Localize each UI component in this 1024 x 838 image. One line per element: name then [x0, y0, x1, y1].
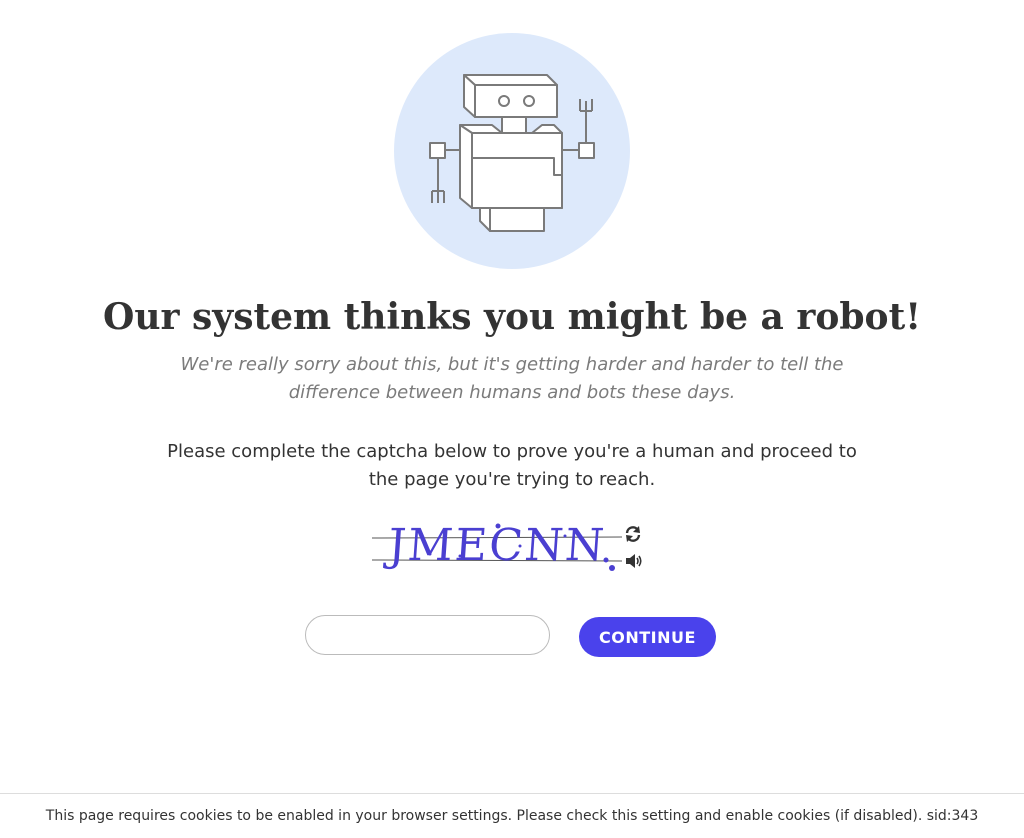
continue-button[interactable]: CONTINUE — [579, 617, 716, 657]
captcha-image: JMECNN — [370, 516, 624, 576]
cookie-notice: This page requires cookies to be enabled… — [45, 808, 979, 824]
footer: This page requires cookies to be enabled… — [0, 793, 1024, 838]
captcha-text: JMECNN — [386, 520, 608, 571]
speaker-icon[interactable] — [624, 552, 644, 570]
robot-illustration — [394, 33, 630, 269]
captcha-input[interactable] — [305, 615, 550, 655]
refresh-icon[interactable] — [623, 525, 643, 543]
robot-icon — [429, 74, 595, 232]
page-subtitle: We're really sorry about this, but it's … — [180, 354, 844, 403]
page-title: Our system thinks you might be a robot! — [102, 296, 921, 338]
captcha-instructions: Please complete the captcha below to pro… — [167, 441, 857, 490]
